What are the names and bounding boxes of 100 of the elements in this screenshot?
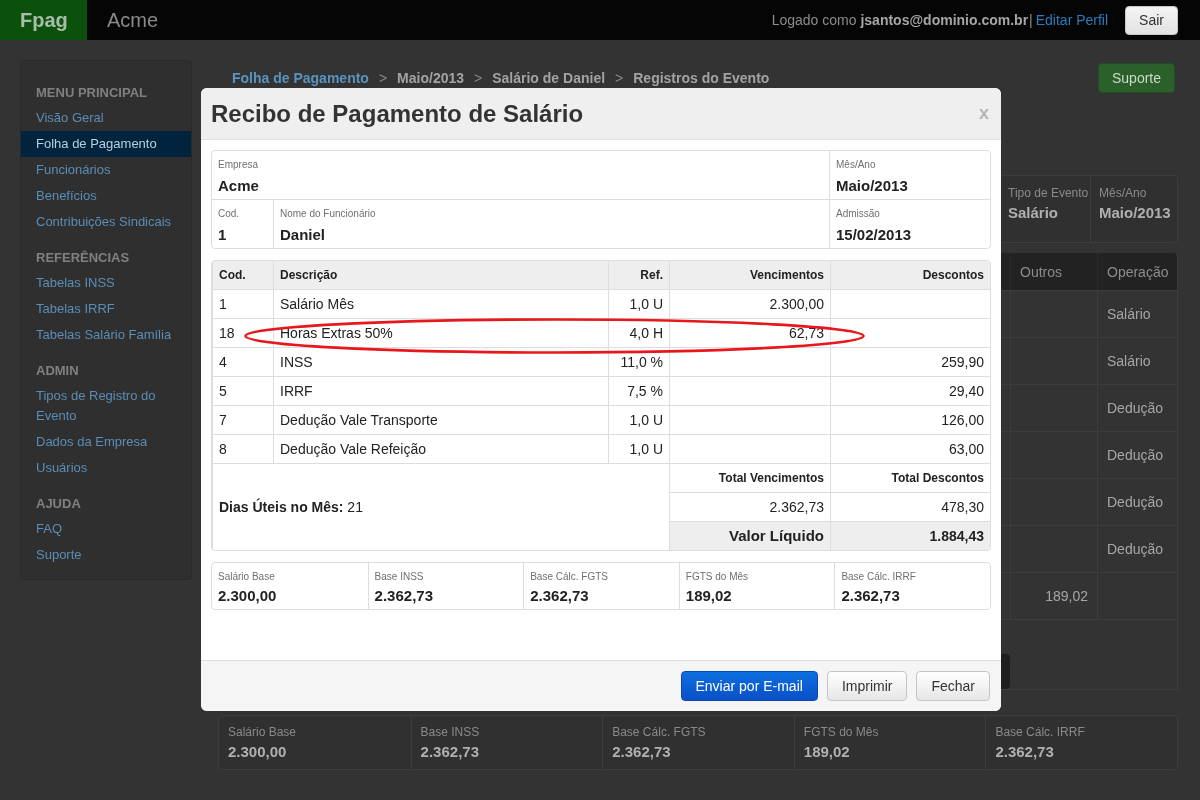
sidebar-link[interactable]: FAQ <box>21 516 191 542</box>
table-cell: 1,0 U <box>608 434 669 463</box>
section-header: REFERÊNCIAS <box>35 249 131 267</box>
table-cell: 4 <box>212 347 273 376</box>
table-cell: 259,90 <box>830 347 990 376</box>
sidebar-link[interactable]: Tabelas IRRF <box>21 296 191 322</box>
breadcrumb-separator: > <box>615 70 624 86</box>
table-cell: Dedução Vale Refeição <box>273 434 608 463</box>
field-value: Maio/2013 <box>836 176 909 196</box>
table-cell: 11,0 % <box>608 347 669 376</box>
sidebar-link[interactable]: Funcionários <box>21 157 191 183</box>
table-cell: 189,02 <box>1010 573 1097 619</box>
dialog-button[interactable]: Enviar por E-mail <box>680 671 818 701</box>
field-label: Salário Base <box>228 725 298 739</box>
field-label: Base Cálc. FGTS <box>612 725 707 739</box>
table-cell: INSS <box>273 347 608 376</box>
table-cell: 126,00 <box>830 405 990 434</box>
logout-button[interactable]: Sair <box>1125 5 1178 35</box>
field-value: 2.362,73 <box>612 742 672 762</box>
table-cell: 5 <box>212 376 273 405</box>
dialog-button[interactable]: Imprimir <box>826 671 908 701</box>
table-cell: Salário Mês <box>273 289 608 318</box>
column-header: Outros <box>1010 253 1097 290</box>
field-label: Nome do Funcionário <box>280 207 377 221</box>
table-cell: 62,73 <box>669 318 830 347</box>
column-header: Ref. <box>608 261 669 289</box>
field-value: Daniel <box>280 225 326 245</box>
sidebar-link[interactable]: Benefícios <box>21 183 191 209</box>
field-label: Base Cálc. IRRF <box>995 725 1086 739</box>
table-cell: Dedução Vale Transporte <box>273 405 608 434</box>
field-value: 2.362,73 <box>374 586 434 606</box>
table-cell: 8 <box>212 434 273 463</box>
table-cell: 29,40 <box>830 376 990 405</box>
section-header: ADMIN <box>35 362 80 380</box>
sidebar-link[interactable]: Tipos de Registro do Evento <box>21 383 191 429</box>
dialog-title: Recibo de Pagamento de Salário <box>211 99 584 128</box>
field-label: Salário Base <box>218 570 276 584</box>
table-cell: Salário <box>1097 291 1177 337</box>
dialog-button[interactable]: Fechar <box>916 671 990 701</box>
support-button[interactable]: Suporte <box>1098 63 1175 93</box>
table-cell: 1,0 U <box>608 289 669 318</box>
field-value: 2.362,73 <box>420 742 480 762</box>
field-label: Mês/Ano <box>836 158 877 172</box>
field-label: Empresa <box>218 158 259 172</box>
table-cell: 7,5 % <box>608 376 669 405</box>
field-label: Tipo de Evento <box>1008 186 1090 200</box>
field-value: 189,02 <box>685 586 733 606</box>
breadcrumb-link[interactable]: Folha de Pagamento <box>232 70 369 86</box>
sidebar-link[interactable]: Tabelas INSS <box>21 270 191 296</box>
field-label: Mês/Ano <box>1099 186 1148 200</box>
sidebar-link[interactable]: Contribuições Sindicais <box>21 209 191 235</box>
sidebar-link[interactable]: Usuários <box>21 455 191 481</box>
sidebar-link[interactable]: Suporte <box>21 542 191 568</box>
field-label: Base Cálc. IRRF <box>841 570 917 584</box>
breadcrumb-item: Registros do Evento <box>633 70 770 86</box>
brand-link[interactable]: Fpag <box>0 0 87 40</box>
table-cell: Horas Extras 50% <box>280 325 393 341</box>
field-label: FGTS do Mês <box>803 725 880 739</box>
pipe-separator: | <box>1029 12 1033 28</box>
column-header: Descontos <box>830 261 990 289</box>
table-cell: 4,0 H <box>608 318 669 347</box>
field-label: FGTS do Mês <box>685 570 750 584</box>
button-edge[interactable] <box>1001 654 1010 689</box>
table-cell: Dedução <box>1097 432 1177 478</box>
section-header: MENU PRINCIPAL <box>35 84 148 102</box>
edit-profile-link[interactable]: Editar Perfil <box>1035 12 1109 28</box>
working-days-text: Dias Úteis no Mês: 21 <box>212 463 669 550</box>
column-header: Vencimentos <box>669 261 830 289</box>
breadcrumb-separator: > <box>474 70 483 86</box>
field-value: Maio/2013 <box>1099 203 1172 223</box>
field-value: 2.300,00 <box>228 742 288 762</box>
table-cell: 2.300,00 <box>669 289 830 318</box>
field-value: Salário <box>1008 203 1060 223</box>
sidebar-link[interactable]: Visão Geral <box>21 105 191 131</box>
column-header: Total Descontos <box>830 463 990 492</box>
sidebar-link[interactable]: Tabelas Salário Família <box>21 322 191 348</box>
field-value: 2.362,73 <box>841 586 901 606</box>
net-value: 1.884,43 <box>830 521 990 550</box>
field-value: 1 <box>218 225 228 245</box>
field-label: Base INSS <box>420 725 481 739</box>
field-label: Admissão <box>836 207 881 221</box>
table-cell: 1 <box>212 289 273 318</box>
logged-user-text: Logado como jsantos@dominio.com.br <box>771 12 1029 28</box>
field-value: 2.362,73 <box>995 742 1055 762</box>
net-value-label: Valor Líquido <box>669 521 830 550</box>
field-value: 15/02/2013 <box>836 225 913 245</box>
breadcrumb-item: Maio/2013 <box>397 70 465 86</box>
app-name: Acme <box>107 8 159 32</box>
table-cell: 1,0 U <box>608 405 669 434</box>
field-value: 2.300,00 <box>218 586 278 606</box>
field-label: Cod. <box>218 207 241 221</box>
column-header: Operação <box>1097 253 1178 290</box>
sidebar-link[interactable]: Folha de Pagamento <box>21 131 191 157</box>
table-cell: Dedução <box>1097 385 1177 431</box>
field-label: Base Cálc. FGTS <box>530 570 609 584</box>
sidebar-link[interactable]: Dados da Empresa <box>21 429 191 455</box>
table-cell: Dedução <box>1097 479 1177 525</box>
breadcrumb-item: Salário de Daniel <box>492 70 606 86</box>
table-cell: 18 <box>212 318 273 347</box>
breadcrumb-separator: > <box>378 70 388 86</box>
